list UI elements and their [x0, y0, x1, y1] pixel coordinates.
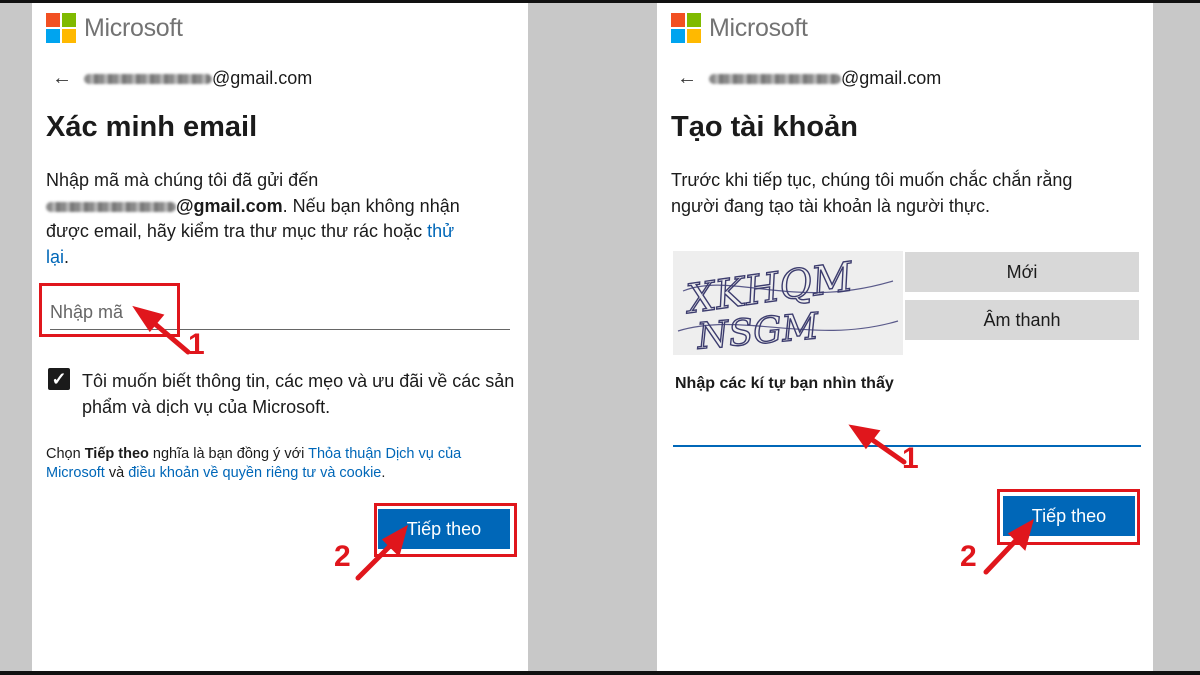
retry-link-cont[interactable]: lại	[46, 247, 64, 267]
audio-captcha-button[interactable]: Âm thanh	[905, 300, 1139, 340]
desc-end: .	[64, 246, 70, 267]
step-number-1-left: 1	[188, 328, 205, 361]
captcha-image: XKHQM NSGM	[673, 251, 903, 358]
identity-banner: ← @gmail.com	[52, 67, 312, 90]
captcha-field-label: Nhập các kí tự bạn nhìn thấy	[675, 375, 894, 392]
highlight-next-button-left	[374, 503, 517, 557]
desc-line3: được email, hãy kiểm tra thư mục thư rác…	[46, 221, 428, 241]
privacy-link[interactable]: điều khoản về quyền riêng tư và cookie	[128, 465, 381, 481]
create-account-panel: Microsoft ← @gmail.com Tạo tài khoản Trư…	[657, 3, 1153, 671]
microsoft-grid-icon	[671, 13, 701, 43]
description: Nhập mã mà chúng tôi đã gửi đến @gmail.c…	[46, 168, 516, 270]
step-number-2-right: 2	[960, 540, 977, 573]
redacted-email	[46, 201, 176, 212]
new-captcha-button[interactable]: Mới	[905, 252, 1139, 292]
page-title: Xác minh email	[46, 111, 258, 143]
desc-email: @gmail.com	[176, 195, 283, 216]
redacted-email	[709, 73, 841, 84]
description: Trước khi tiếp tục, chúng tôi muốn chắc …	[671, 168, 1141, 219]
marketing-checkbox-label: Tôi muốn biết thông tin, các mẹo và ưu đ…	[82, 371, 515, 417]
highlight-next-button-right	[997, 489, 1140, 545]
email-suffix: @gmail.com	[841, 68, 942, 88]
microsoft-logo: Microsoft	[671, 13, 808, 43]
brand-name: Microsoft	[84, 13, 183, 42]
desc-line2: người đang tạo tài khoản là người thực.	[671, 195, 990, 216]
brand-name: Microsoft	[709, 13, 808, 42]
back-arrow-icon[interactable]: ←	[677, 67, 697, 90]
marketing-checkbox[interactable]: ✓	[48, 368, 70, 390]
redacted-email	[84, 73, 212, 84]
identity-banner: ← @gmail.com	[677, 67, 941, 90]
microsoft-grid-icon	[46, 13, 76, 43]
legal-mid: nghĩa là bạn đồng ý với	[148, 446, 309, 462]
step-number-2-left: 2	[334, 540, 351, 573]
page-title: Tạo tài khoản	[671, 111, 858, 143]
step-number-1-right: 1	[902, 442, 919, 475]
microsoft-logo: Microsoft	[46, 13, 183, 43]
desc-line1: Nhập mã mà chúng tôi đã gửi đến	[46, 170, 319, 190]
captcha-svg: XKHQM NSGM	[673, 251, 903, 358]
desc-line2: . Nếu bạn không nhận	[282, 195, 460, 216]
retry-link[interactable]: thử	[427, 221, 454, 241]
legal-bold: Tiếp theo	[84, 446, 149, 462]
legal-and: và	[104, 464, 129, 481]
verify-email-panel: Microsoft ← @gmail.com Xác minh email Nh…	[32, 3, 528, 671]
email-suffix: @gmail.com	[212, 68, 313, 88]
highlight-code-input	[39, 283, 180, 337]
bottom-border	[0, 671, 1200, 675]
legal-end: .	[381, 464, 386, 481]
desc-line1: Trước khi tiếp tục, chúng tôi muốn chắc …	[671, 170, 1073, 190]
back-arrow-icon[interactable]: ←	[52, 67, 72, 90]
legal-text: Chọn Tiếp theo nghĩa là bạn đồng ý với T…	[46, 445, 516, 482]
legal-prefix: Chọn	[46, 446, 85, 462]
